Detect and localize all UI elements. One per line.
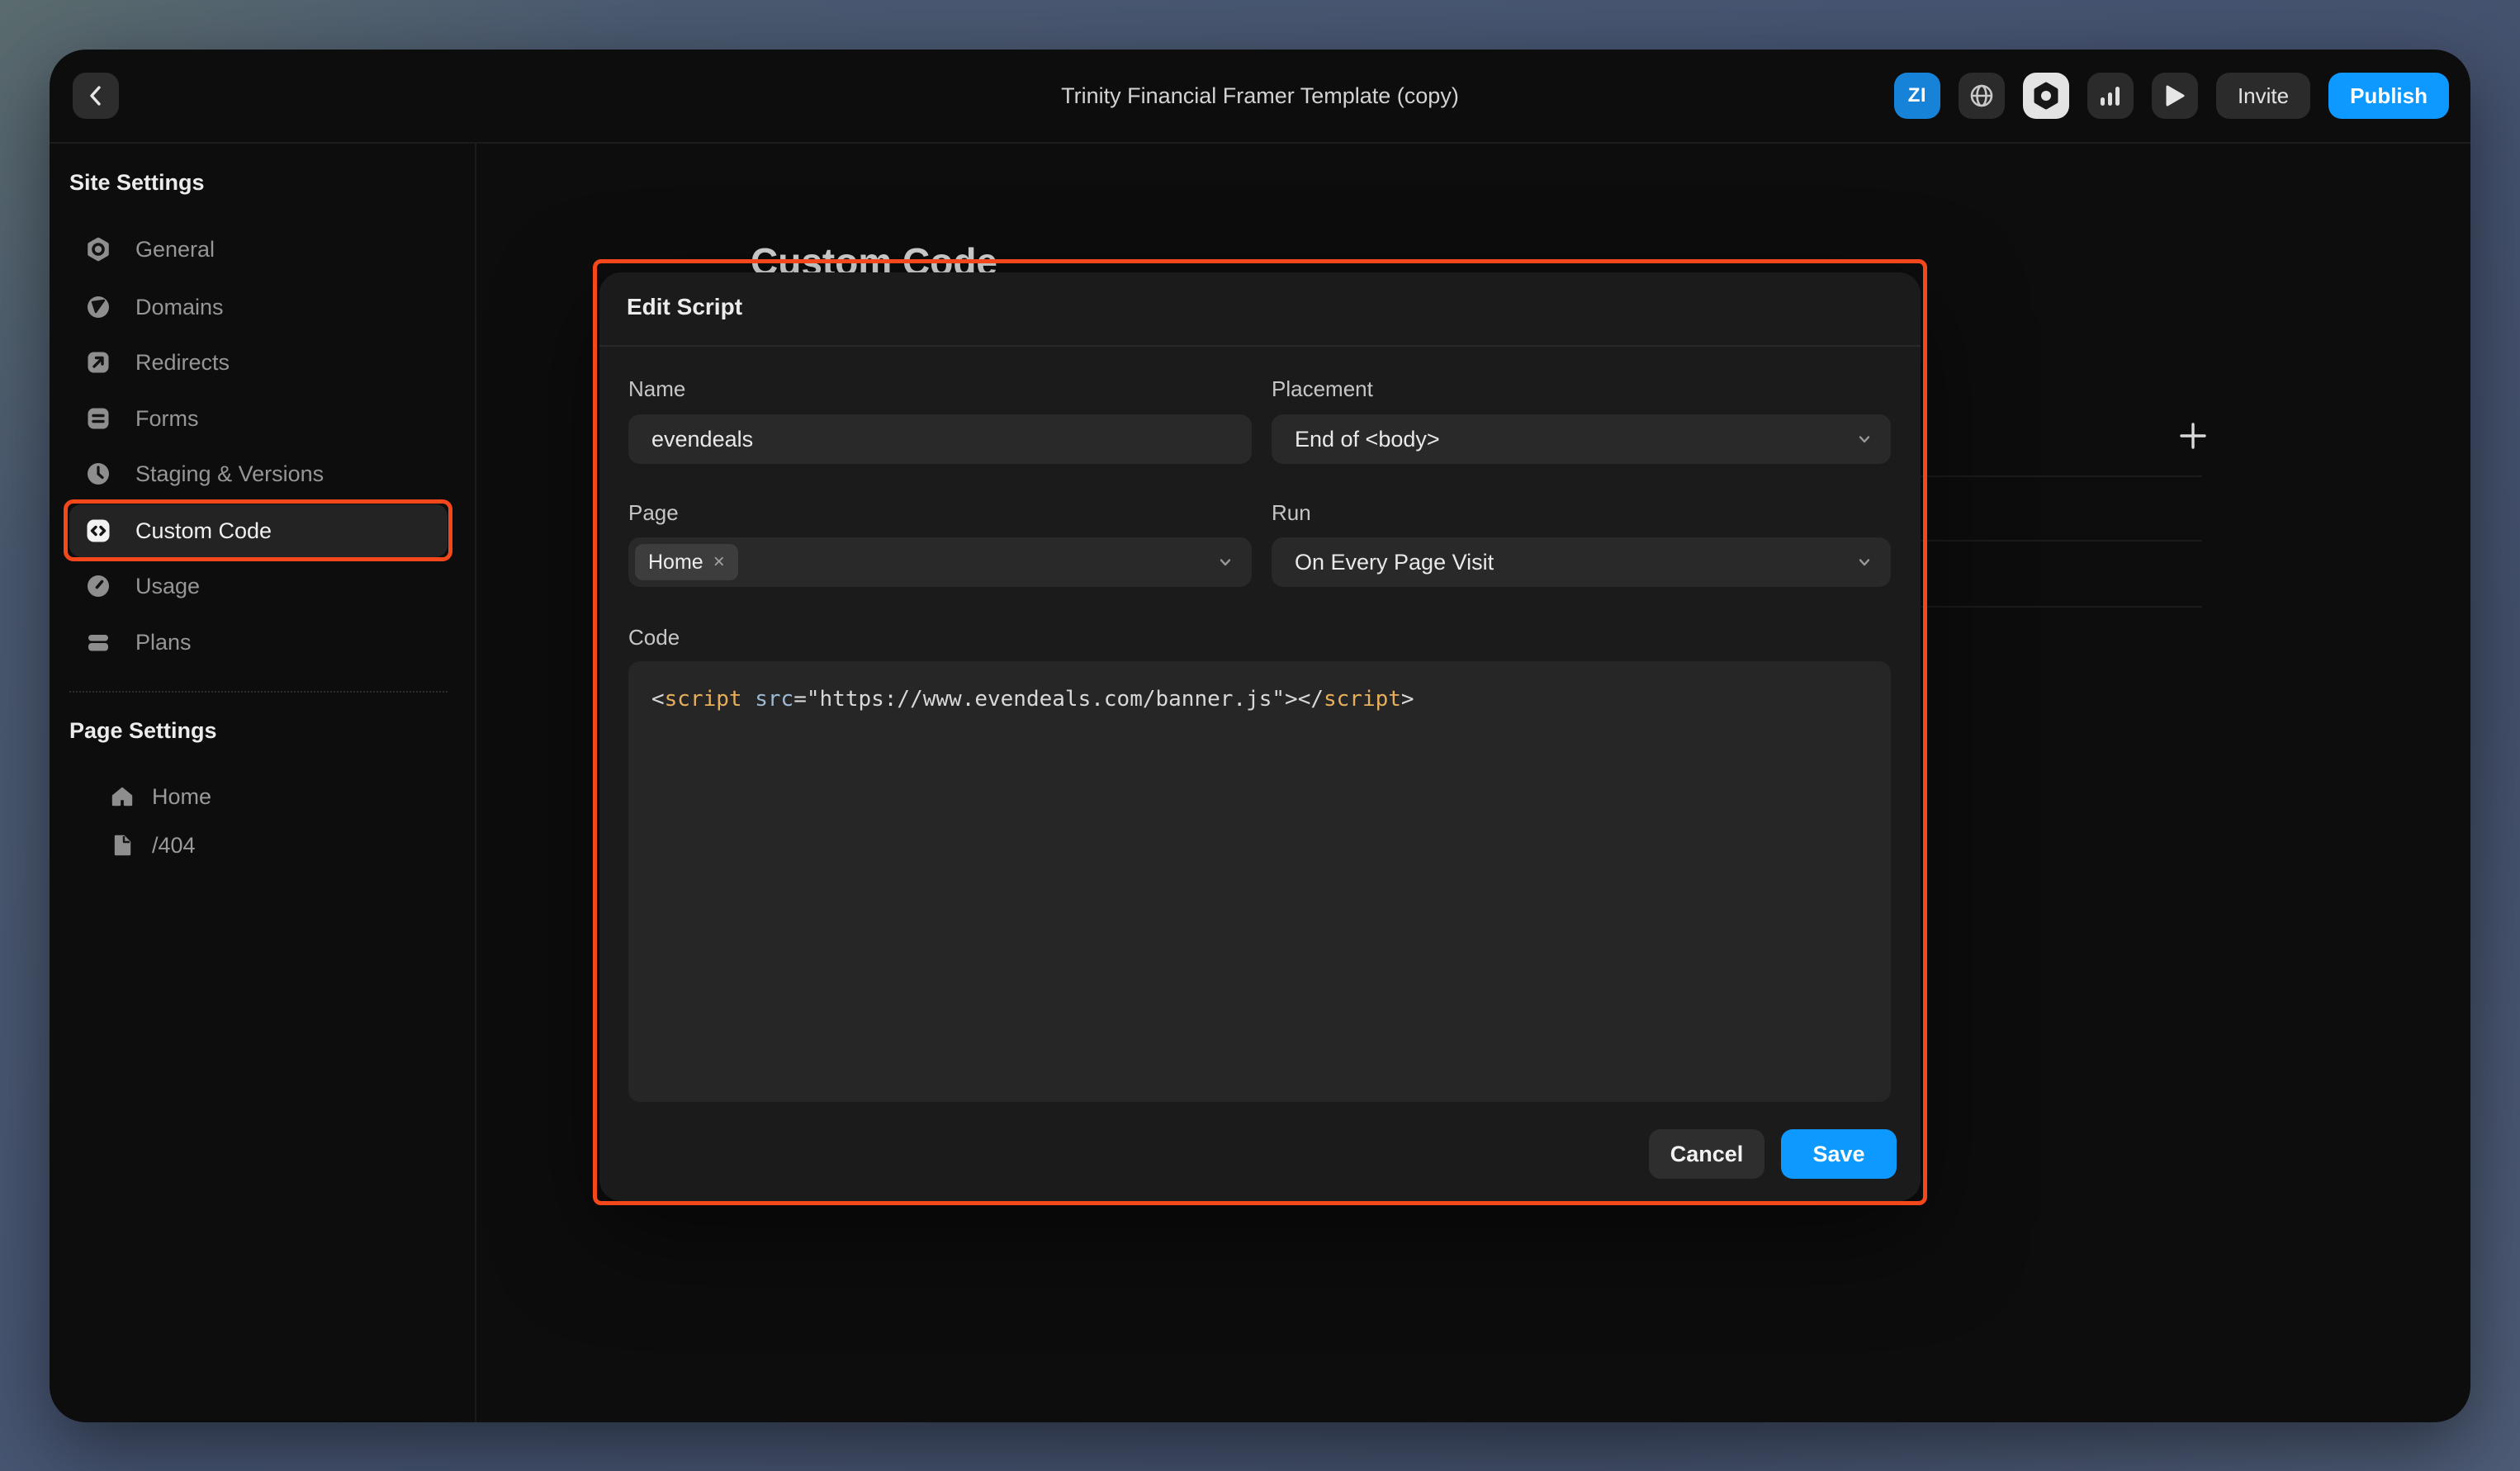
globe-icon — [1968, 83, 1995, 109]
forms-icon — [86, 406, 111, 431]
name-input[interactable]: evendeals — [628, 414, 1252, 464]
run-select[interactable]: On Every Page Visit — [1272, 537, 1891, 587]
name-input-value: evendeals — [651, 427, 753, 452]
placement-select[interactable]: End of <body> — [1272, 414, 1891, 464]
preview-button[interactable] — [2152, 73, 2198, 119]
modal-title: Edit Script — [627, 294, 742, 320]
preview-play-icon — [2163, 83, 2186, 108]
code-line: <script src="https://www.evendeals.com/b… — [651, 683, 1868, 716]
sidebar-item-redirects[interactable]: Redirects — [69, 339, 448, 385]
sidebar-page-home[interactable]: Home — [97, 775, 444, 818]
analytics-bars-icon — [2098, 83, 2123, 108]
chevron-down-icon — [1858, 433, 1871, 446]
sidebar-item-domains[interactable]: Domains — [69, 284, 448, 330]
globe-icon — [86, 295, 111, 319]
analytics-button[interactable] — [2087, 73, 2134, 119]
code-editor[interactable]: <script src="https://www.evendeals.com/b… — [628, 661, 1891, 1102]
chip-remove-icon[interactable]: × — [713, 552, 725, 572]
add-script-button[interactable] — [2173, 416, 2213, 456]
sidebar-item-label: Staging & Versions — [135, 461, 324, 487]
page-chip-label: Home — [648, 551, 703, 575]
page-icon — [111, 834, 134, 857]
clock-icon — [86, 461, 111, 486]
sidebar-item-label: Custom Code — [135, 518, 272, 544]
plans-icon — [86, 630, 111, 655]
sidebar-item-label: Usage — [135, 574, 200, 599]
site-settings-header: Site Settings — [69, 170, 205, 196]
cms-button[interactable] — [2023, 73, 2069, 119]
redirect-icon — [86, 350, 111, 375]
cancel-button[interactable]: Cancel — [1649, 1129, 1764, 1179]
sidebar-page-404[interactable]: /404 — [97, 824, 444, 867]
invite-button[interactable]: Invite — [2216, 73, 2310, 119]
edit-script-modal: Edit Script Name Placement evendeals End… — [599, 272, 1921, 1201]
modal-divider — [599, 345, 1921, 347]
page-select[interactable]: Home × — [628, 537, 1252, 587]
name-label: Name — [628, 376, 685, 402]
sidebar-item-usage[interactable]: Usage — [69, 563, 448, 609]
sidebar-item-custom-code[interactable]: Custom Code — [69, 504, 448, 557]
globe-button[interactable] — [1959, 73, 2005, 119]
chevron-down-icon — [1858, 556, 1871, 569]
sidebar-item-label: Plans — [135, 630, 192, 655]
code-icon — [86, 518, 111, 543]
publish-button[interactable]: Publish — [2328, 73, 2449, 119]
code-label: Code — [628, 625, 680, 650]
sidebar-item-staging[interactable]: Staging & Versions — [69, 451, 448, 497]
placement-label: Placement — [1272, 376, 1373, 402]
nut-icon — [86, 237, 111, 262]
topbar-divider — [50, 142, 2470, 144]
sidebar-divider — [475, 144, 476, 1422]
page-settings-header: Page Settings — [69, 718, 217, 744]
sidebar-item-forms[interactable]: Forms — [69, 395, 448, 442]
page-chip[interactable]: Home × — [635, 544, 738, 580]
sidebar-item-label: Redirects — [135, 350, 230, 376]
cms-nut-icon — [2032, 82, 2060, 110]
sidebar-item-general[interactable]: General — [69, 226, 448, 272]
save-button[interactable]: Save — [1781, 1129, 1897, 1179]
user-avatar[interactable]: ZI — [1894, 73, 1940, 119]
run-select-value: On Every Page Visit — [1295, 550, 1848, 575]
sidebar-section-divider — [69, 691, 448, 693]
chevron-down-icon — [1219, 556, 1232, 569]
placement-select-value: End of <body> — [1295, 427, 1848, 452]
home-icon — [111, 785, 134, 808]
sidebar-item-plans[interactable]: Plans — [69, 619, 448, 665]
page-label: Page — [628, 500, 679, 526]
topbar-actions: ZI — [1894, 73, 2449, 119]
sidebar-item-label: General — [135, 237, 215, 263]
run-label: Run — [1272, 500, 1311, 526]
sidebar-item-label: Domains — [135, 295, 224, 320]
sidebar-item-label: Forms — [135, 406, 199, 432]
page-item-label: Home — [152, 784, 211, 810]
top-bar: Trinity Financial Framer Template (copy)… — [50, 50, 2470, 142]
page-item-label: /404 — [152, 833, 196, 858]
app-window: Trinity Financial Framer Template (copy)… — [50, 50, 2470, 1422]
plus-icon — [2177, 420, 2209, 452]
gauge-icon — [86, 574, 111, 598]
